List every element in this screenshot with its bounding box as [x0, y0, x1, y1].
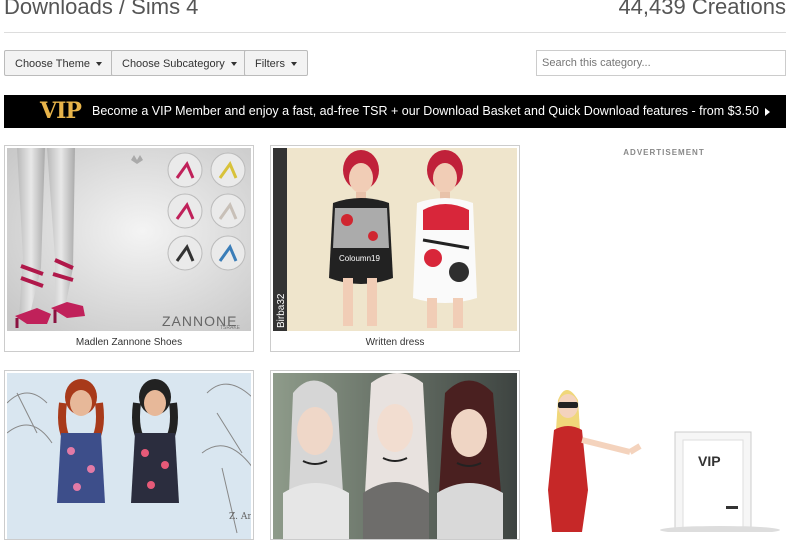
shoes-thumbnail-art: ZANNONE TSRAKE	[7, 148, 251, 331]
vip-message: Become a VIP Member and enjoy a fast, ad…	[92, 95, 770, 128]
vip-logo: VIP	[40, 98, 82, 124]
choose-subcategory-button[interactable]: Choose Subcategory	[111, 50, 248, 76]
hair-thumbnail-art	[273, 373, 517, 539]
vip-banner[interactable]: VIP Become a VIP Member and enjoy a fast…	[4, 95, 786, 128]
creation-thumbnail[interactable]	[273, 373, 517, 539]
caret-down-icon	[230, 62, 237, 67]
creation-thumbnail[interactable]: Birba32 Coloumn19	[273, 148, 517, 331]
creation-thumbnail[interactable]: ZANNONE TSRAKE	[7, 148, 251, 331]
vip-ad-art: VIP	[548, 390, 780, 534]
creation-card[interactable]: Z. Art	[4, 370, 254, 540]
caret-down-icon	[290, 62, 297, 67]
creation-card[interactable]: Birba32 Coloumn19 Written dress	[270, 145, 520, 352]
shirt-print-text: Coloumn19	[339, 254, 380, 263]
vip-door-text: VIP	[698, 453, 721, 469]
choose-theme-button[interactable]: Choose Theme	[4, 50, 114, 76]
kids-thumbnail-art: Z. Art	[7, 373, 251, 539]
creation-thumbnail[interactable]: Z. Art	[7, 373, 251, 539]
z-art-watermark: Z. Art	[229, 512, 251, 522]
creation-title[interactable]: Written dress	[271, 337, 519, 348]
creation-card[interactable]: ZANNONE TSRAKE Madlen Zannone Shoes	[4, 145, 254, 352]
vip-ad-illustration[interactable]: VIP	[530, 370, 790, 534]
creations-count: 44,439 Creations	[618, 0, 786, 19]
filters-label: Filters	[255, 58, 285, 70]
dress-thumbnail-art: Birba32 Coloumn19	[273, 148, 517, 331]
filter-bar: Choose Theme Choose Subcategory Filters	[4, 50, 786, 80]
birba32-watermark: Birba32	[276, 293, 287, 328]
play-arrow-icon	[764, 107, 770, 116]
advertisement-label: ADVERTISEMENT	[623, 148, 705, 157]
choose-theme-label: Choose Theme	[15, 58, 91, 70]
creation-title[interactable]: Madlen Zannone Shoes	[5, 337, 253, 348]
choose-subcategory-label: Choose Subcategory	[122, 58, 225, 70]
creation-card[interactable]	[270, 370, 520, 540]
page-header: Downloads / Sims 4 44,439 Creations	[4, 0, 786, 33]
caret-down-icon	[96, 62, 103, 67]
category-search-input[interactable]	[536, 50, 786, 76]
filters-button[interactable]: Filters	[244, 50, 308, 76]
page-title: Downloads / Sims 4	[4, 0, 199, 19]
tsrake-watermark: TSRAKE	[220, 325, 241, 331]
